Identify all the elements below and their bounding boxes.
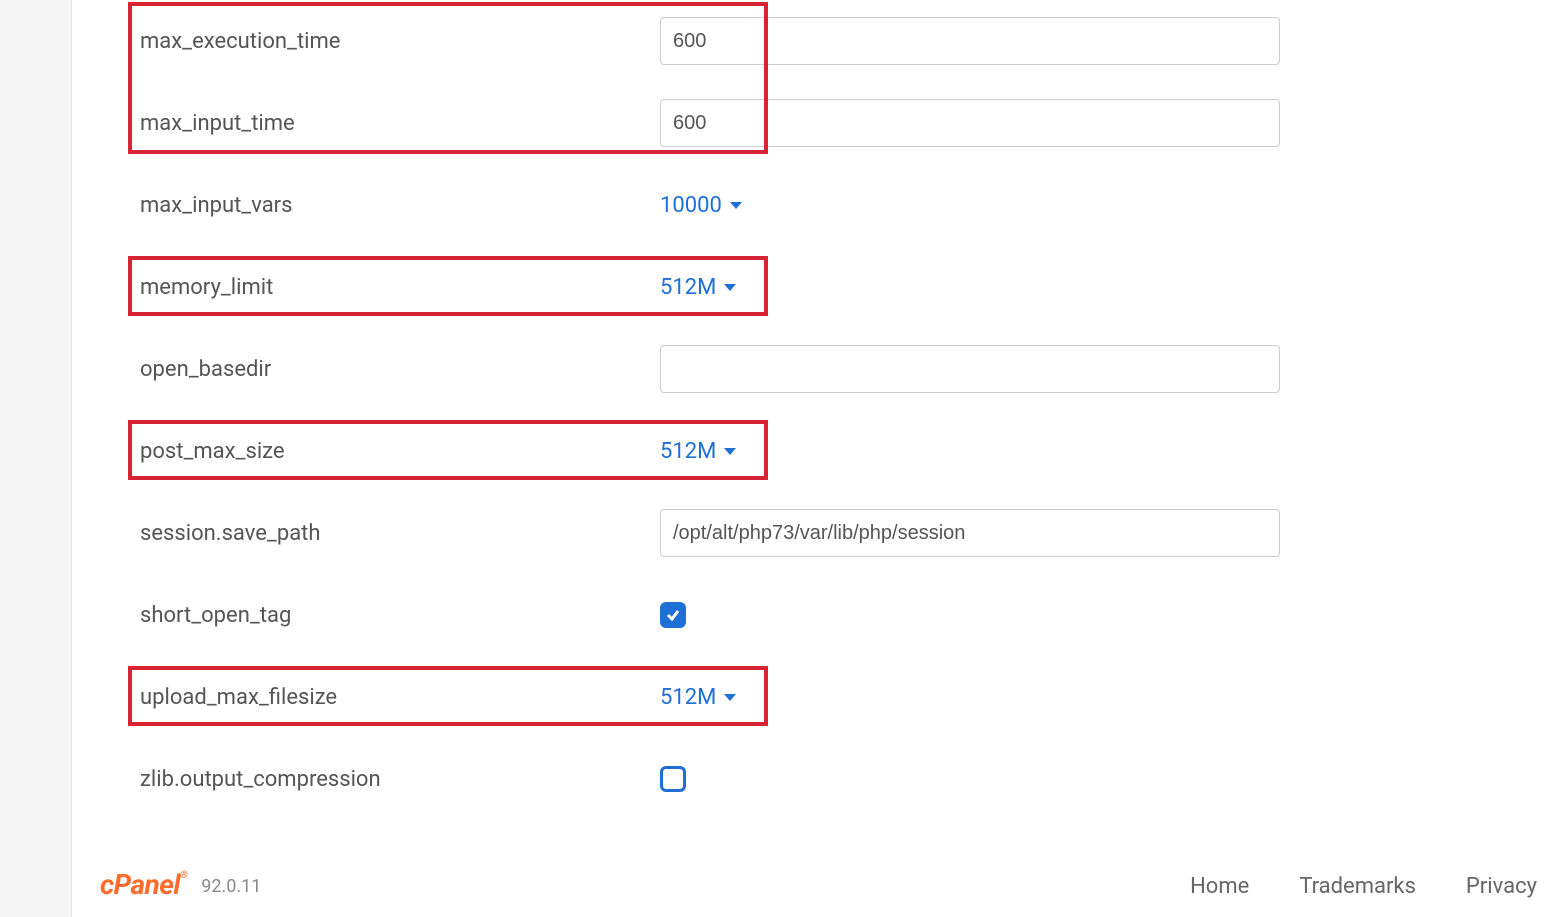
label-max-input-time: max_input_time [120,111,660,136]
cpanel-logo: cPanel® [100,871,187,899]
label-max-execution-time: max_execution_time [120,29,660,54]
row-short-open-tag: short_open_tag [120,574,1545,656]
row-max-input-time: max_input_time [120,82,1545,164]
label-session-save-path: session.save_path [120,521,660,546]
caret-down-icon [724,694,736,701]
label-upload-max-filesize: upload_max_filesize [120,685,660,710]
caret-down-icon [730,202,742,209]
footer-left: cPanel® 92.0.11 [100,871,261,899]
check-icon [665,607,681,623]
php-options-form: max_execution_time max_input_time max_in… [72,0,1545,820]
caret-down-icon [724,448,736,455]
cpanel-version: 92.0.11 [201,876,261,899]
dropdown-memory-limit[interactable]: 512M [660,275,736,300]
dropdown-max-input-vars[interactable]: 10000 [660,193,742,218]
label-zlib-output-compression: zlib.output_compression [120,767,660,792]
input-max-input-time[interactable] [660,99,1280,147]
row-post-max-size: post_max_size 512M [120,410,1545,492]
footer-links: Home Trademarks Privacy [1190,874,1537,899]
footer-link-home[interactable]: Home [1190,874,1249,899]
dropdown-memory-limit-value: 512M [660,275,716,300]
input-session-save-path[interactable] [660,509,1280,557]
row-session-save-path: session.save_path [120,492,1545,574]
sidebar [0,0,72,917]
row-upload-max-filesize: upload_max_filesize 512M [120,656,1545,738]
dropdown-post-max-size-value: 512M [660,439,716,464]
row-open-basedir: open_basedir [120,328,1545,410]
checkbox-zlib-output-compression[interactable] [660,766,686,792]
label-max-input-vars: max_input_vars [120,193,660,218]
checkbox-short-open-tag[interactable] [660,602,686,628]
dropdown-upload-max-filesize-value: 512M [660,685,716,710]
row-max-input-vars: max_input_vars 10000 [120,164,1545,246]
label-short-open-tag: short_open_tag [120,603,660,628]
dropdown-upload-max-filesize[interactable]: 512M [660,685,736,710]
row-max-execution-time: max_execution_time [120,0,1545,82]
label-open-basedir: open_basedir [120,357,660,382]
row-zlib-output-compression: zlib.output_compression [120,738,1545,820]
dropdown-max-input-vars-value: 10000 [660,193,722,218]
footer-link-privacy[interactable]: Privacy [1466,874,1537,899]
input-open-basedir[interactable] [660,345,1280,393]
footer-link-trademarks[interactable]: Trademarks [1299,874,1416,899]
input-max-execution-time[interactable] [660,17,1280,65]
caret-down-icon [724,284,736,291]
footer: cPanel® 92.0.11 Home Trademarks Privacy [100,871,1545,899]
label-memory-limit: memory_limit [120,275,660,300]
dropdown-post-max-size[interactable]: 512M [660,439,736,464]
row-memory-limit: memory_limit 512M [120,246,1545,328]
label-post-max-size: post_max_size [120,439,660,464]
